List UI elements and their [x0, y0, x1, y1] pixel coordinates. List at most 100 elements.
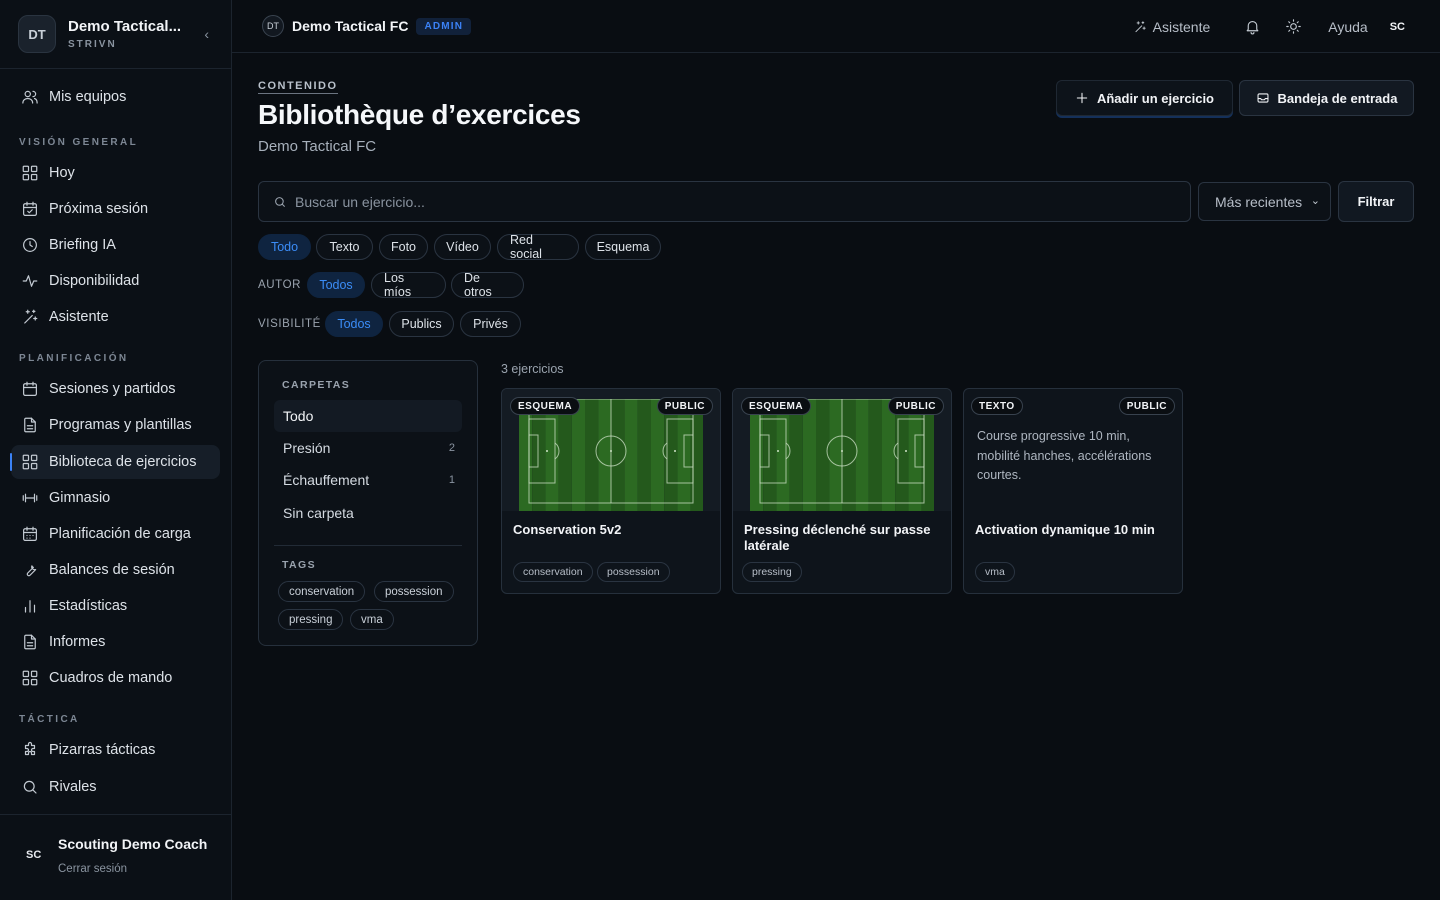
sort-value: Más recientes	[1215, 193, 1303, 210]
grass-stripe	[558, 399, 572, 511]
tag-chip[interactable]: vma	[350, 609, 394, 630]
team-avatar: DT	[18, 15, 56, 53]
sidebar-item-assistant[interactable]: Asistente	[11, 300, 220, 334]
activity-icon	[21, 272, 39, 290]
logout-link[interactable]: Cerrar sesión	[58, 863, 127, 875]
sidebar-item-next-session[interactable]: Próxima sesión	[11, 192, 220, 226]
sidebar-item-rivals[interactable]: Rivales	[11, 770, 220, 804]
grid-icon	[21, 453, 39, 471]
type-chip-social[interactable]: Red social	[497, 233, 579, 261]
tag-chip[interactable]: pressing	[278, 609, 344, 630]
tag-chip[interactable]: possession	[374, 581, 454, 602]
breadcrumb: CONTENIDO	[258, 80, 338, 94]
type-chip-all[interactable]: Todo	[258, 234, 311, 260]
sidebar-item-stats[interactable]: Estadísticas	[11, 589, 220, 623]
visibility-chip-private[interactable]: Privés	[460, 311, 521, 337]
sidebar-item-tactic-boards[interactable]: Pizarras tácticas	[11, 733, 220, 767]
exercise-card[interactable]: TEXTO PUBLIC Course progressive 10 min, …	[963, 388, 1183, 594]
sidebar-item-programs[interactable]: Programas y plantillas	[11, 408, 220, 442]
search-box	[258, 181, 1191, 222]
assistant-button[interactable]: Asistente	[1133, 19, 1210, 35]
role-badge: ADMIN	[416, 17, 472, 35]
visibility-badge: PUBLIC	[887, 397, 944, 415]
grid-icon	[21, 669, 39, 687]
folders-heading: CARPETAS	[282, 379, 351, 391]
help-link[interactable]: Ayuda	[1328, 19, 1367, 35]
sidebar-item-my-teams[interactable]: Mis equipos	[11, 80, 220, 114]
grass-stripe	[519, 399, 533, 511]
author-chip-others[interactable]: De otros	[451, 271, 524, 299]
sun-icon[interactable]	[1285, 18, 1302, 35]
sidebar-item-label: Biblioteca de ejercicios	[49, 454, 197, 470]
sidebar-item-today[interactable]: Hoy	[11, 156, 220, 190]
user-name: Scouting Demo Coach	[58, 836, 208, 852]
card-tag: conservation	[513, 562, 593, 582]
grass-stripe	[855, 399, 869, 511]
card-title: Activation dynamique 10 min	[975, 522, 1155, 537]
card-title: Pressing déclenché sur passe latérale	[744, 522, 931, 553]
calendar-grid-icon	[21, 525, 39, 543]
sidebar-item-gym[interactable]: Gimnasio	[11, 481, 220, 515]
filter-button[interactable]: Filtrar	[1338, 181, 1414, 222]
team-badge: DT	[262, 15, 284, 37]
sidebar-item-label: Hoy	[49, 165, 75, 181]
sidebar-item-exercise-library[interactable]: Biblioteca de ejercicios	[10, 445, 220, 479]
file-text-icon	[21, 416, 39, 434]
sidebar-item-load-planning[interactable]: Planificación de carga	[11, 517, 220, 551]
grass-stripe	[611, 399, 625, 511]
sidebar-item-reports[interactable]: Informes	[11, 625, 220, 659]
users-icon	[21, 88, 39, 106]
author-chip-all[interactable]: Todos	[307, 272, 365, 298]
visibility-chip-public[interactable]: Publics	[389, 311, 454, 337]
sidebar-item-label: Pizarras tácticas	[49, 742, 156, 758]
grass-stripe	[763, 399, 777, 511]
sidebar-item-label: Programas y plantillas	[49, 417, 192, 433]
team-name: Demo Tactical...	[68, 18, 182, 35]
grass-stripe	[750, 399, 764, 511]
tag-chip[interactable]: conservation	[278, 581, 366, 602]
user-avatar-button[interactable]: SC	[1390, 21, 1405, 33]
folder-item[interactable]: Presión 2	[274, 432, 462, 464]
type-badge: ESQUEMA	[741, 397, 812, 415]
type-chip-text[interactable]: Texto	[316, 234, 373, 260]
sidebar: DT Demo Tactical... STRIVN ‹ Mis equipos…	[0, 0, 232, 900]
folder-name: Presión	[283, 440, 331, 456]
card-thumbnail: ESQUEMA PUBLIC	[733, 389, 951, 511]
folder-item[interactable]: Échauffement 1	[274, 464, 462, 496]
exercise-card[interactable]: ESQUEMA PUBLIC Pressing déclenché sur pa…	[732, 388, 952, 594]
topbar-team-name: Demo Tactical FC	[292, 18, 409, 34]
type-chip-photo[interactable]: Foto	[379, 234, 428, 260]
exercise-card[interactable]: ESQUEMA PUBLIC Conservation 5v2 conserva…	[501, 388, 721, 594]
type-chip-video[interactable]: Vídeo	[434, 234, 491, 260]
sidebar-item-session-reports[interactable]: Balances de sesión	[11, 553, 220, 587]
inbox-button[interactable]: Bandeja de entrada	[1239, 80, 1414, 116]
section-planning: PLANIFICACIÓN	[19, 353, 129, 364]
collapse-sidebar-icon[interactable]: ‹	[204, 26, 209, 42]
section-tactics: TÁCTICA	[19, 714, 80, 725]
sidebar-item-sessions[interactable]: Sesiones y partidos	[11, 372, 220, 406]
card-tag: pressing	[742, 562, 802, 582]
team-switcher[interactable]: DT Demo Tactical... STRIVN ‹	[0, 0, 231, 69]
search-input[interactable]	[295, 193, 1175, 210]
visibility-chip-all[interactable]: Todos	[325, 311, 383, 337]
sidebar-item-dashboards[interactable]: Cuadros de mando	[11, 661, 220, 695]
file-text-icon	[21, 633, 39, 651]
folder-name: Sin carpeta	[283, 505, 354, 521]
tags-heading: TAGS	[282, 559, 316, 571]
sort-select[interactable]: Más recientes ⌄	[1198, 182, 1331, 221]
folder-item[interactable]: Todo	[274, 400, 462, 432]
author-chip-mine[interactable]: Los míos	[371, 271, 446, 299]
card-text: Course progressive 10 min, mobilité hanc…	[977, 429, 1152, 482]
grass-stripe	[921, 399, 934, 511]
sidebar-item-label: Mis equipos	[49, 89, 127, 105]
card-tag: vma	[975, 562, 1015, 582]
type-chip-diagram[interactable]: Esquema	[585, 234, 661, 260]
folder-item[interactable]: Sin carpeta	[274, 497, 462, 529]
card-thumbnail: ESQUEMA PUBLIC	[502, 389, 720, 511]
bell-icon[interactable]	[1244, 18, 1261, 35]
sidebar-item-availability[interactable]: Disponibilidad	[11, 264, 220, 298]
sidebar-item-ai-briefing[interactable]: Briefing IA	[11, 228, 220, 262]
grass-stripe	[598, 399, 612, 511]
add-exercise-button[interactable]: Añadir un ejercicio	[1056, 80, 1233, 116]
grass-stripe	[690, 399, 703, 511]
